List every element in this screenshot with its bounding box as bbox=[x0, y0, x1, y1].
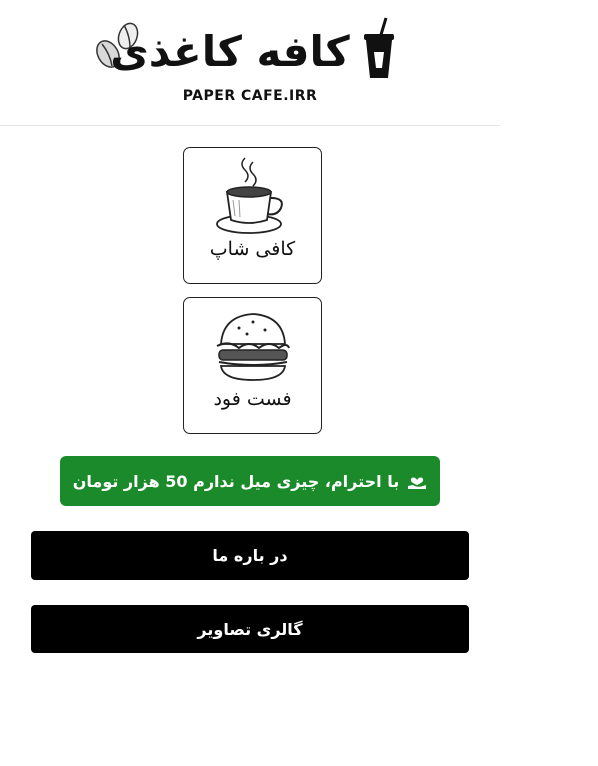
gallery-label: گالری تصاویر bbox=[197, 619, 303, 639]
logo-title: کافه کاغذی bbox=[110, 27, 350, 76]
donate-button[interactable]: با احترام، چیزی میل ندارم 50 هزار تومان bbox=[60, 456, 440, 506]
logo[interactable]: کافه کاغذی PAPER CAFE.IRR bbox=[90, 14, 410, 110]
app-container: کافه کاغذی PAPER CAFE.IRR کافی شاپ فست ف… bbox=[0, 0, 500, 766]
category-label: کافی شاپ bbox=[209, 238, 296, 260]
about-us-label: در باره ما bbox=[212, 546, 288, 565]
hand-heart-icon bbox=[408, 477, 427, 489]
category-fast-food[interactable]: فست فود bbox=[183, 297, 322, 434]
logo-subtitle: PAPER CAFE.IRR bbox=[182, 88, 318, 104]
header: کافه کاغذی PAPER CAFE.IRR bbox=[0, 0, 500, 126]
donate-label: با احترام، چیزی میل ندارم 50 هزار تومان bbox=[72, 471, 400, 491]
about-us-button[interactable]: در باره ما bbox=[31, 531, 469, 580]
paper-cup-icon bbox=[364, 17, 394, 78]
category-coffee-shop[interactable]: کافی شاپ bbox=[183, 147, 322, 284]
category-label: فست فود bbox=[213, 388, 292, 410]
gallery-button[interactable]: گالری تصاویر bbox=[31, 605, 469, 653]
burger-icon bbox=[216, 313, 290, 381]
coffee-cup-icon bbox=[216, 157, 283, 234]
